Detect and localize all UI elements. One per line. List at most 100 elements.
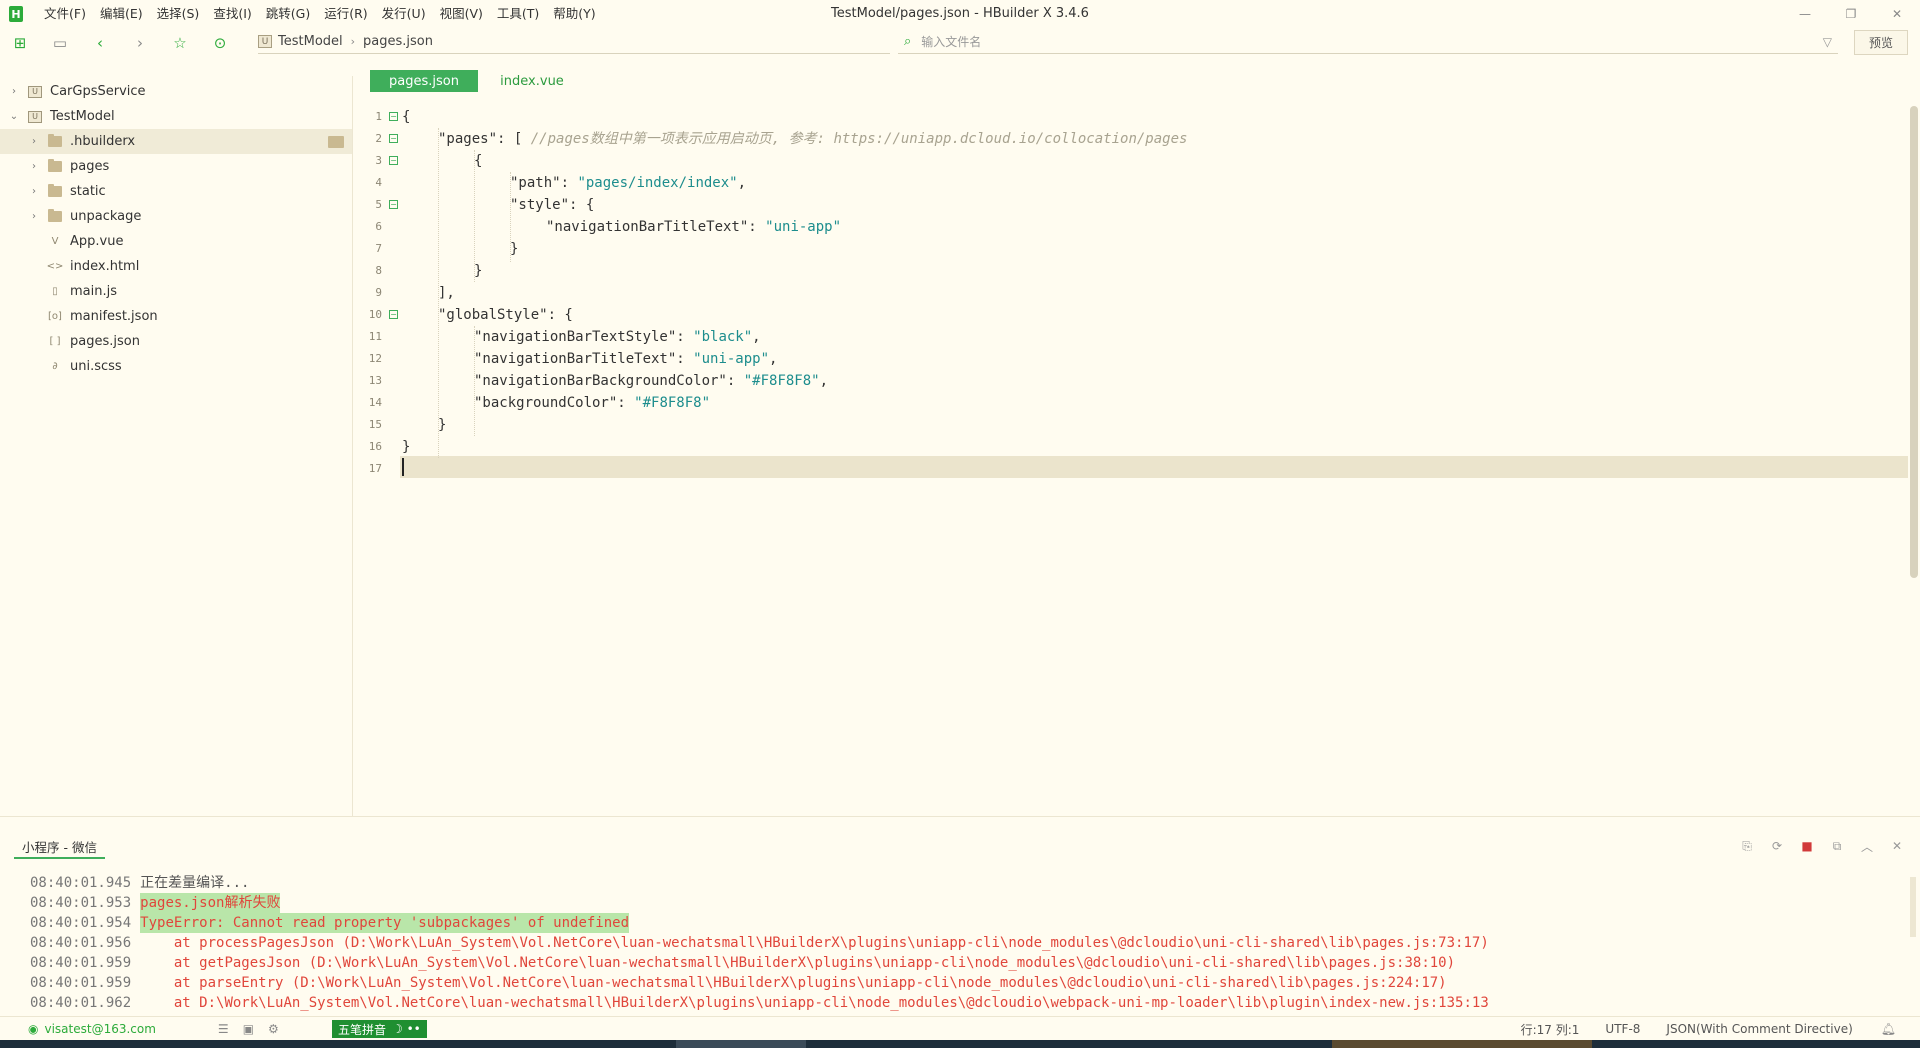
tree-label: App.vue <box>70 234 124 249</box>
user-email[interactable]: visatest@163.com <box>44 1022 155 1036</box>
close-icon[interactable]: ✕ <box>1874 0 1920 28</box>
status-right: 行:17 列:1 UTF-8 JSON(With Comment Directi… <box>1495 1017 1896 1041</box>
fold-toggle-icon[interactable]: − <box>389 156 398 165</box>
log-line: 08:40:01.959 at getPagesJson (D:\Work\Lu… <box>30 955 1456 971</box>
tree-file-index-html[interactable]: <> index.html <box>0 254 352 279</box>
run-icon[interactable]: ⊙ <box>200 28 240 58</box>
taskbar-item[interactable] <box>676 1040 806 1048</box>
file-search-input[interactable] <box>921 34 1782 49</box>
tree-folder-static[interactable]: › static <box>0 179 352 204</box>
menu-publish[interactable]: 发行(U) <box>375 0 433 28</box>
tab-pages-json[interactable]: pages.json <box>370 70 478 92</box>
encoding[interactable]: UTF-8 <box>1605 1022 1640 1036</box>
editor-scrollbar[interactable] <box>1910 106 1918 578</box>
line-number: 8 <box>375 264 382 277</box>
minimize-icon[interactable]: — <box>1782 0 1828 28</box>
chevron-right-icon[interactable]: › <box>28 211 40 222</box>
cursor-position[interactable]: 行:17 列:1 <box>1521 1021 1580 1038</box>
menu-find[interactable]: 查找(I) <box>206 0 258 28</box>
line-number: 13 <box>368 374 382 387</box>
line-number: 9 <box>375 286 382 299</box>
breadcrumb-file[interactable]: pages.json <box>363 34 433 49</box>
line-number: 10 <box>368 308 382 321</box>
maximize-panel-icon[interactable]: ︿ <box>1852 835 1882 857</box>
tree-label: uni.scss <box>70 359 122 374</box>
menu-run[interactable]: 运行(R) <box>317 0 374 28</box>
folder-icon <box>48 134 62 147</box>
file-search-icon: ⌕ <box>904 34 912 49</box>
open-folder-icon[interactable] <box>328 135 344 148</box>
terminal-icon[interactable]: ▣ <box>243 1022 254 1036</box>
code-line: } <box>438 417 447 433</box>
plugin-icon[interactable]: ⚙ <box>268 1022 279 1036</box>
ime-indicator[interactable]: 五笔拼音 ☽ •• <box>332 1020 427 1038</box>
clear-console-icon[interactable]: ⎘ <box>1732 835 1762 857</box>
bell-icon[interactable]: 🔔︎ <box>1881 1022 1896 1036</box>
tree-project-cargpsservice[interactable]: › U CarGpsService <box>0 79 352 104</box>
console-scrollbar[interactable] <box>1910 877 1916 937</box>
tree-file-uni-scss[interactable]: ∂ uni.scss <box>0 354 352 379</box>
code-line: { <box>474 153 483 169</box>
project-icon: U <box>28 85 42 98</box>
project-icon: U <box>258 35 272 48</box>
chevron-right-icon[interactable]: › <box>28 136 40 147</box>
tab-index-vue[interactable]: index.vue <box>492 70 572 92</box>
tree-folder-unpackage[interactable]: › unpackage <box>0 204 352 229</box>
code-editor[interactable]: { "pages": [ //pages数组中第一项表示应用启动页, 参考: h… <box>400 98 1908 816</box>
tree-folder-hbuilderx[interactable]: › .hbuilderx <box>0 129 352 154</box>
forward-icon[interactable]: › <box>120 28 160 58</box>
tree-project-testmodel[interactable]: ⌄ U TestModel <box>0 104 352 129</box>
tree-file-pages-json[interactable]: [ ] pages.json <box>0 329 352 354</box>
bookmark-star-icon[interactable]: ☆ <box>160 28 200 58</box>
user-icon[interactable]: ◉ <box>28 1022 38 1036</box>
ime-extra: ☽ •• <box>392 1022 421 1036</box>
language-mode[interactable]: JSON(With Comment Directive) <box>1666 1022 1852 1036</box>
new-file-icon[interactable]: ⊞ <box>0 28 40 58</box>
chevron-down-icon[interactable]: ⌄ <box>8 111 20 122</box>
fold-toggle-icon[interactable]: − <box>389 112 398 121</box>
menu-tools[interactable]: 工具(T) <box>490 0 546 28</box>
console-tab-wechat[interactable]: 小程序 - 微信 <box>14 837 105 859</box>
code-line: } <box>474 263 483 279</box>
filter-icon[interactable]: ▽ <box>1823 35 1832 49</box>
breadcrumb-separator-icon: › <box>350 35 356 48</box>
open-external-icon[interactable]: ⧉ <box>1822 835 1852 857</box>
line-number: 11 <box>368 330 382 343</box>
menu-goto[interactable]: 跳转(G) <box>259 0 317 28</box>
fold-toggle-icon[interactable]: − <box>389 134 398 143</box>
taskbar-item[interactable] <box>1332 1040 1592 1048</box>
menu-select[interactable]: 选择(S) <box>150 0 207 28</box>
restart-icon[interactable]: ⟳ <box>1762 835 1792 857</box>
code-line: "backgroundColor": "#F8F8F8" <box>474 395 711 411</box>
back-icon[interactable]: ‹ <box>80 28 120 58</box>
tree-file-app-vue[interactable]: V App.vue <box>0 229 352 254</box>
code-line: ], <box>438 285 455 301</box>
chevron-right-icon[interactable]: › <box>28 161 40 172</box>
menu-help[interactable]: 帮助(Y) <box>546 0 602 28</box>
code-line: { <box>402 109 411 125</box>
save-icon[interactable]: ▭ <box>40 28 80 58</box>
menu-file[interactable]: 文件(F) <box>37 0 93 28</box>
restore-icon[interactable]: ❐ <box>1828 0 1874 28</box>
list-icon[interactable]: ☰ <box>218 1022 229 1036</box>
chevron-right-icon[interactable]: › <box>28 186 40 197</box>
menu-view[interactable]: 视图(V) <box>433 0 490 28</box>
code-line: "navigationBarTitleText": "uni-app" <box>546 219 842 235</box>
preview-button[interactable]: 预览 <box>1854 30 1908 55</box>
tree-file-main-js[interactable]: ▯ main.js <box>0 279 352 304</box>
close-panel-icon[interactable]: ✕ <box>1882 835 1912 857</box>
fold-toggle-icon[interactable]: − <box>389 310 398 319</box>
console-toolbar: ⎘ ⟳ ■ ⧉ ︿ ✕ <box>1732 835 1912 857</box>
menu-edit[interactable]: 编辑(E) <box>93 0 150 28</box>
line-number: 17 <box>368 462 382 475</box>
fold-toggle-icon[interactable]: − <box>389 200 398 209</box>
tree-folder-pages[interactable]: › pages <box>0 154 352 179</box>
log-line: 08:40:01.959 at parseEntry (D:\Work\LuAn… <box>30 975 1447 991</box>
tree-label: static <box>70 184 106 199</box>
breadcrumb-project[interactable]: TestModel <box>278 34 343 49</box>
scss-file-icon: ∂ <box>52 361 58 372</box>
stop-icon[interactable]: ■ <box>1792 835 1822 857</box>
log-line: 08:40:01.962 at D:\Work\LuAn_System\Vol.… <box>30 995 1489 1011</box>
chevron-right-icon[interactable]: › <box>8 86 20 97</box>
tree-file-manifest-json[interactable]: [o] manifest.json <box>0 304 352 329</box>
